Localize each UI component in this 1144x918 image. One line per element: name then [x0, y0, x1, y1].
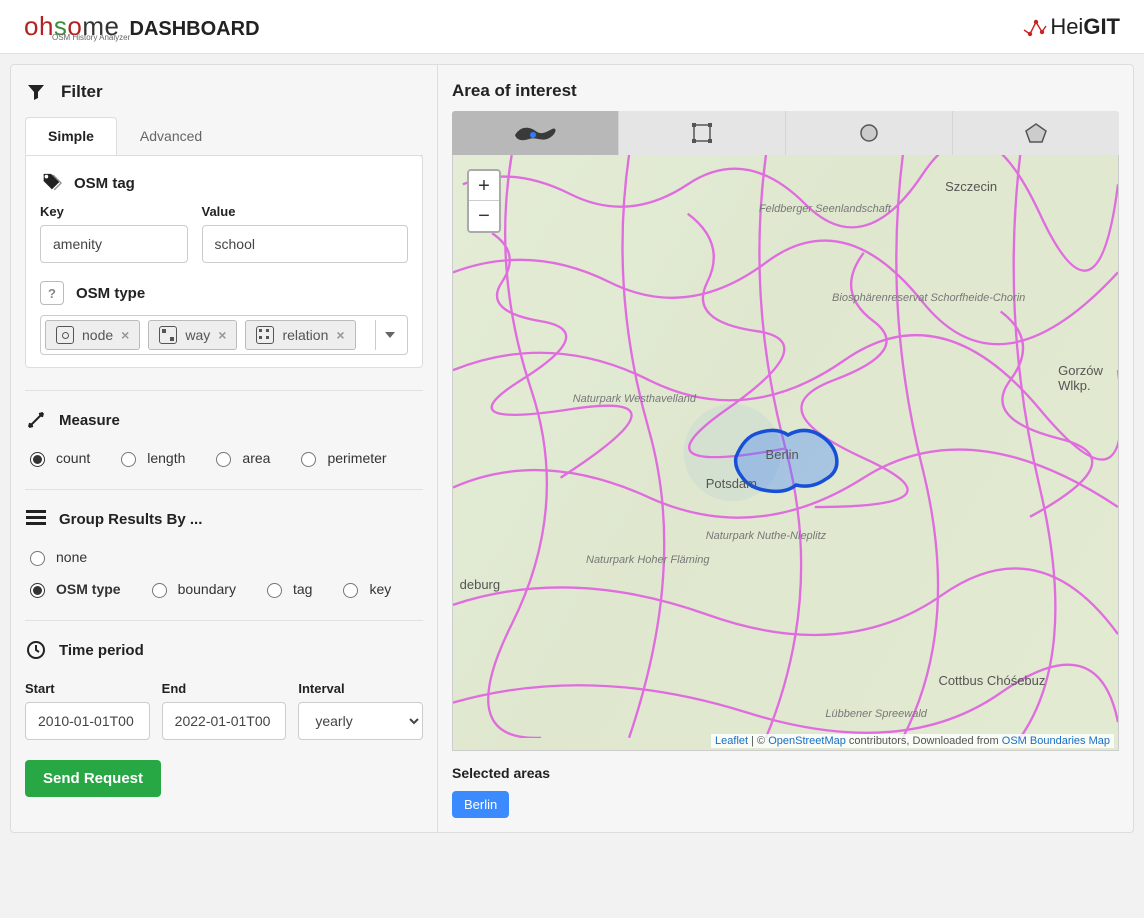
- groupby-heading: Group Results By ...: [25, 508, 423, 530]
- key-label: Key: [40, 204, 188, 219]
- chevron-down-icon[interactable]: [375, 320, 403, 350]
- interval-label: Interval: [298, 681, 423, 696]
- aoi-tool-circle[interactable]: [786, 111, 953, 155]
- topbar: ohsome DASHBOARD OSM History Analyzer He…: [0, 0, 1144, 54]
- selected-boundary-berlin[interactable]: [726, 417, 846, 495]
- brand-tagline: OSM History Analyzer: [52, 33, 130, 42]
- rect-icon: [691, 122, 713, 144]
- osm-link[interactable]: OpenStreetMap: [768, 735, 846, 747]
- chip-node[interactable]: node ×: [45, 320, 140, 350]
- group-none[interactable]: none: [25, 548, 87, 566]
- brand-suffix: DASHBOARD: [130, 18, 260, 41]
- osm-tag-title: OSM tag: [74, 175, 135, 192]
- interval-select[interactable]: yearly: [298, 702, 423, 740]
- end-input[interactable]: [162, 702, 287, 740]
- selected-area-badge[interactable]: Berlin: [452, 791, 509, 818]
- tab-simple[interactable]: Simple: [25, 117, 117, 155]
- group-boundary[interactable]: boundary: [147, 580, 236, 598]
- value-input[interactable]: [202, 225, 409, 263]
- node-icon: [56, 326, 74, 344]
- remove-icon[interactable]: ×: [336, 327, 344, 343]
- list-icon: [25, 508, 47, 530]
- filter-panel: Filter Simple Advanced OSM tag Key Value: [10, 64, 438, 833]
- leaflet-link[interactable]: Leaflet: [715, 735, 748, 747]
- end-label: End: [162, 681, 287, 696]
- measure-count[interactable]: count: [25, 449, 90, 467]
- group-key[interactable]: key: [338, 580, 391, 598]
- tag-icon: [40, 172, 62, 194]
- aoi-toolbar: [452, 111, 1119, 155]
- tab-advanced[interactable]: Advanced: [117, 117, 225, 155]
- measure-heading: Measure: [25, 409, 423, 431]
- remove-icon[interactable]: ×: [218, 327, 226, 343]
- chip-way[interactable]: way ×: [148, 320, 237, 350]
- osm-type-title: OSM type: [76, 285, 145, 302]
- polygon-icon: [1024, 122, 1048, 144]
- help-icon[interactable]: ?: [40, 281, 64, 305]
- measure-length[interactable]: length: [116, 449, 185, 467]
- time-heading: Time period: [25, 639, 423, 661]
- measure-options: count length area perimeter: [25, 449, 423, 467]
- org-logo: HeiGIT: [1022, 14, 1120, 40]
- aoi-panel: Area of interest: [438, 64, 1134, 833]
- heigit-icon: [1022, 16, 1048, 38]
- chip-relation[interactable]: relation ×: [245, 320, 355, 350]
- filter-heading: Filter: [25, 81, 423, 103]
- map[interactable]: + − Leaflet | © OpenStreetMap contributo…: [452, 155, 1119, 751]
- zoom-out-button[interactable]: −: [469, 201, 499, 231]
- osm-type-select[interactable]: node × way × relation ×: [40, 315, 408, 355]
- aoi-tool-poly[interactable]: [953, 111, 1119, 155]
- zoom-control: + −: [467, 169, 501, 233]
- aoi-tool-rect[interactable]: [619, 111, 786, 155]
- measure-perimeter[interactable]: perimeter: [296, 449, 386, 467]
- filter-tabs: Simple Advanced: [25, 117, 423, 156]
- group-tag[interactable]: tag: [262, 580, 312, 598]
- aoi-tool-boundary[interactable]: [452, 111, 619, 155]
- measure-area[interactable]: area: [211, 449, 270, 467]
- boundary-icon: [511, 121, 559, 145]
- zoom-in-button[interactable]: +: [469, 171, 499, 201]
- selected-areas-title: Selected areas: [452, 765, 1119, 781]
- value-label: Value: [202, 204, 409, 219]
- way-icon: [159, 326, 177, 344]
- aoi-heading: Area of interest: [452, 81, 1119, 101]
- filter-icon: [25, 81, 47, 103]
- selected-areas: Selected areas Berlin: [452, 765, 1119, 818]
- filter-title: Filter: [61, 82, 103, 102]
- start-label: Start: [25, 681, 150, 696]
- start-input[interactable]: [25, 702, 150, 740]
- relation-icon: [256, 326, 274, 344]
- obm-link[interactable]: OSM Boundaries Map: [1002, 735, 1110, 747]
- measure-icon: [25, 409, 47, 431]
- circle-icon: [858, 122, 880, 144]
- map-attribution: Leaflet | © OpenStreetMap contributors, …: [711, 734, 1114, 748]
- send-request-button[interactable]: Send Request: [25, 760, 161, 797]
- remove-icon[interactable]: ×: [121, 327, 129, 343]
- clock-icon: [25, 639, 47, 661]
- key-input[interactable]: [40, 225, 188, 263]
- group-osmtype[interactable]: OSM type: [25, 580, 121, 598]
- osm-tag-card: OSM tag Key Value ? OSM type: [25, 155, 423, 368]
